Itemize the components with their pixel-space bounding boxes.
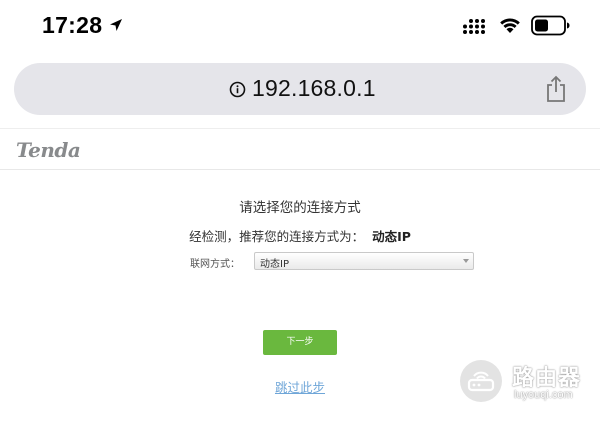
signal-icon — [463, 19, 485, 34]
tenda-logo: Tenda — [16, 138, 81, 162]
divider — [0, 128, 600, 129]
connection-type-select[interactable]: 动态IP — [254, 252, 474, 270]
chevron-down-icon — [463, 259, 469, 263]
detection-label: 经检测，推荐您的连接方式为： — [189, 229, 365, 244]
page-title: 请选择您的连接方式 — [239, 200, 361, 216]
header-divider — [0, 169, 600, 170]
next-step-button[interactable]: 下一步 — [263, 330, 337, 355]
info-icon[interactable] — [229, 81, 246, 98]
watermark: 路由器 luyouqi.com — [458, 358, 598, 406]
wifi-icon — [500, 18, 520, 33]
connection-type-value: 动态IP — [260, 259, 289, 270]
status-bar: 17:28 — [0, 0, 600, 52]
status-time: 17:28 — [42, 12, 103, 38]
watermark-subtext: luyouqi.com — [514, 389, 573, 401]
url-text[interactable]: 192.168.0.1 — [252, 75, 376, 102]
connection-type-label: 联网方式： — [190, 259, 240, 270]
watermark-text: 路由器 — [512, 366, 582, 391]
router-logo-icon — [458, 358, 504, 404]
address-bar[interactable]: 192.168.0.1 — [14, 63, 586, 115]
battery-icon — [531, 15, 570, 36]
detection-result: 动态IP — [372, 229, 411, 244]
share-icon[interactable] — [544, 75, 568, 103]
skip-step-link-text[interactable]: 跳过此步 — [275, 380, 325, 395]
location-arrow-icon — [110, 19, 122, 31]
detection-message: 经检测，推荐您的连接方式为： 动态IP — [0, 226, 600, 245]
